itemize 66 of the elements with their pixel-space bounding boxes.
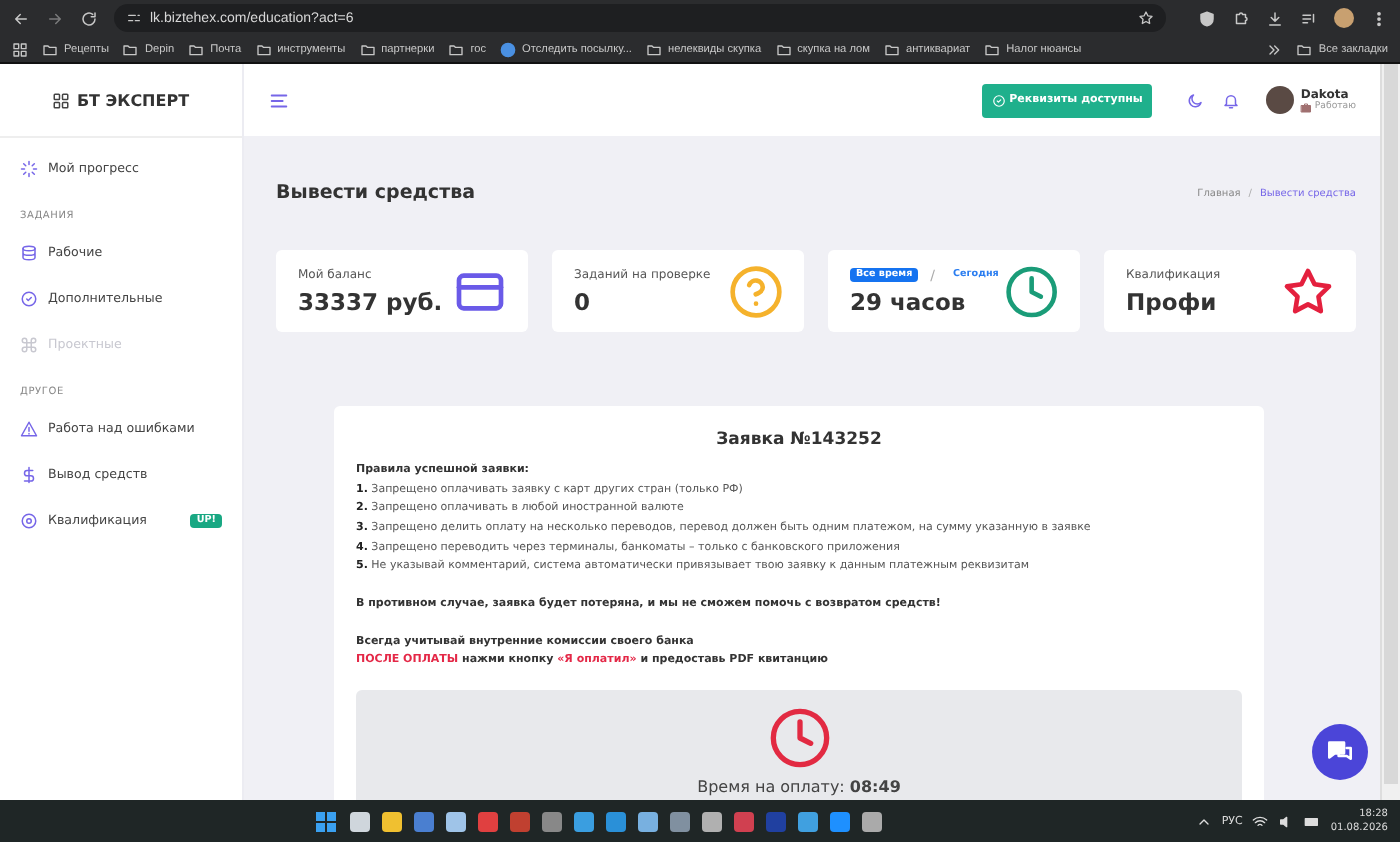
folder-icon bbox=[645, 41, 662, 57]
folder-icon bbox=[122, 41, 139, 57]
chat-button[interactable] bbox=[1312, 724, 1368, 780]
layers-icon bbox=[20, 244, 38, 262]
app-icon[interactable] bbox=[637, 811, 658, 831]
back-icon[interactable] bbox=[12, 9, 30, 27]
clock-icon bbox=[767, 705, 831, 770]
briefcase-icon bbox=[1300, 101, 1313, 113]
app-icon[interactable] bbox=[669, 811, 690, 831]
app-icon[interactable] bbox=[573, 811, 594, 831]
logo-text: БТ ЭКСПЕРТ bbox=[76, 91, 190, 109]
app-icon[interactable] bbox=[829, 811, 850, 831]
wifi-icon[interactable] bbox=[1252, 813, 1269, 829]
order-title: Заявка №143252 bbox=[714, 430, 884, 450]
scrollbar[interactable] bbox=[1380, 64, 1400, 800]
menu-icon[interactable] bbox=[268, 89, 290, 111]
app-icon[interactable] bbox=[701, 811, 722, 831]
app-icon[interactable] bbox=[349, 811, 370, 831]
help-icon bbox=[728, 263, 784, 319]
avatar[interactable] bbox=[1266, 86, 1295, 114]
folder-icon bbox=[255, 41, 272, 57]
clock-icon bbox=[1004, 263, 1060, 319]
app-icon[interactable] bbox=[381, 811, 402, 831]
folder-icon bbox=[1296, 41, 1313, 57]
site-settings-icon[interactable] bbox=[126, 10, 142, 26]
folder-icon bbox=[188, 41, 205, 57]
folder-icon bbox=[359, 41, 376, 57]
app-icon[interactable] bbox=[605, 811, 626, 831]
app-icon[interactable] bbox=[445, 811, 466, 831]
stat-value: Профи bbox=[1126, 287, 1219, 315]
check-circle-icon bbox=[991, 93, 1006, 107]
warning-icon bbox=[20, 420, 38, 438]
shield-icon[interactable] bbox=[1198, 9, 1216, 27]
loader-icon bbox=[20, 160, 38, 178]
battery-icon[interactable] bbox=[1304, 813, 1321, 829]
page-title: Вывести средства bbox=[276, 182, 475, 204]
forward-icon[interactable] bbox=[46, 9, 64, 27]
chevrons-icon[interactable] bbox=[1266, 41, 1283, 57]
bell-icon[interactable] bbox=[1222, 91, 1241, 109]
folder-icon bbox=[775, 41, 792, 57]
stat-value: 0 bbox=[574, 287, 593, 315]
star-icon[interactable] bbox=[1138, 10, 1154, 26]
folder-icon bbox=[984, 41, 1001, 57]
app-icon[interactable] bbox=[797, 811, 818, 831]
folder-icon bbox=[42, 41, 58, 57]
dollar-icon bbox=[20, 466, 38, 484]
globe-icon bbox=[500, 41, 517, 57]
start-icon[interactable] bbox=[313, 809, 338, 833]
star-icon bbox=[1280, 263, 1336, 319]
command-icon bbox=[20, 336, 38, 354]
download-icon[interactable] bbox=[1266, 9, 1284, 27]
apps-grid-icon[interactable] bbox=[12, 41, 28, 57]
timer-text: Время на оплату: 08:49 bbox=[697, 777, 901, 796]
logo-icon bbox=[52, 91, 71, 109]
folder-icon bbox=[448, 41, 465, 57]
folder-icon bbox=[883, 41, 900, 57]
app-icon[interactable] bbox=[861, 811, 882, 831]
moon-icon[interactable] bbox=[1186, 91, 1205, 109]
stat-value: 33337 руб. bbox=[298, 287, 443, 315]
puzzle-icon[interactable] bbox=[1232, 9, 1250, 27]
app-icon[interactable] bbox=[541, 811, 562, 831]
reload-icon[interactable] bbox=[80, 9, 98, 27]
media-icon[interactable] bbox=[1300, 9, 1318, 27]
stat-value: 29 часов bbox=[850, 287, 968, 315]
badge-icon bbox=[20, 290, 38, 308]
profile-avatar[interactable] bbox=[1334, 8, 1354, 28]
